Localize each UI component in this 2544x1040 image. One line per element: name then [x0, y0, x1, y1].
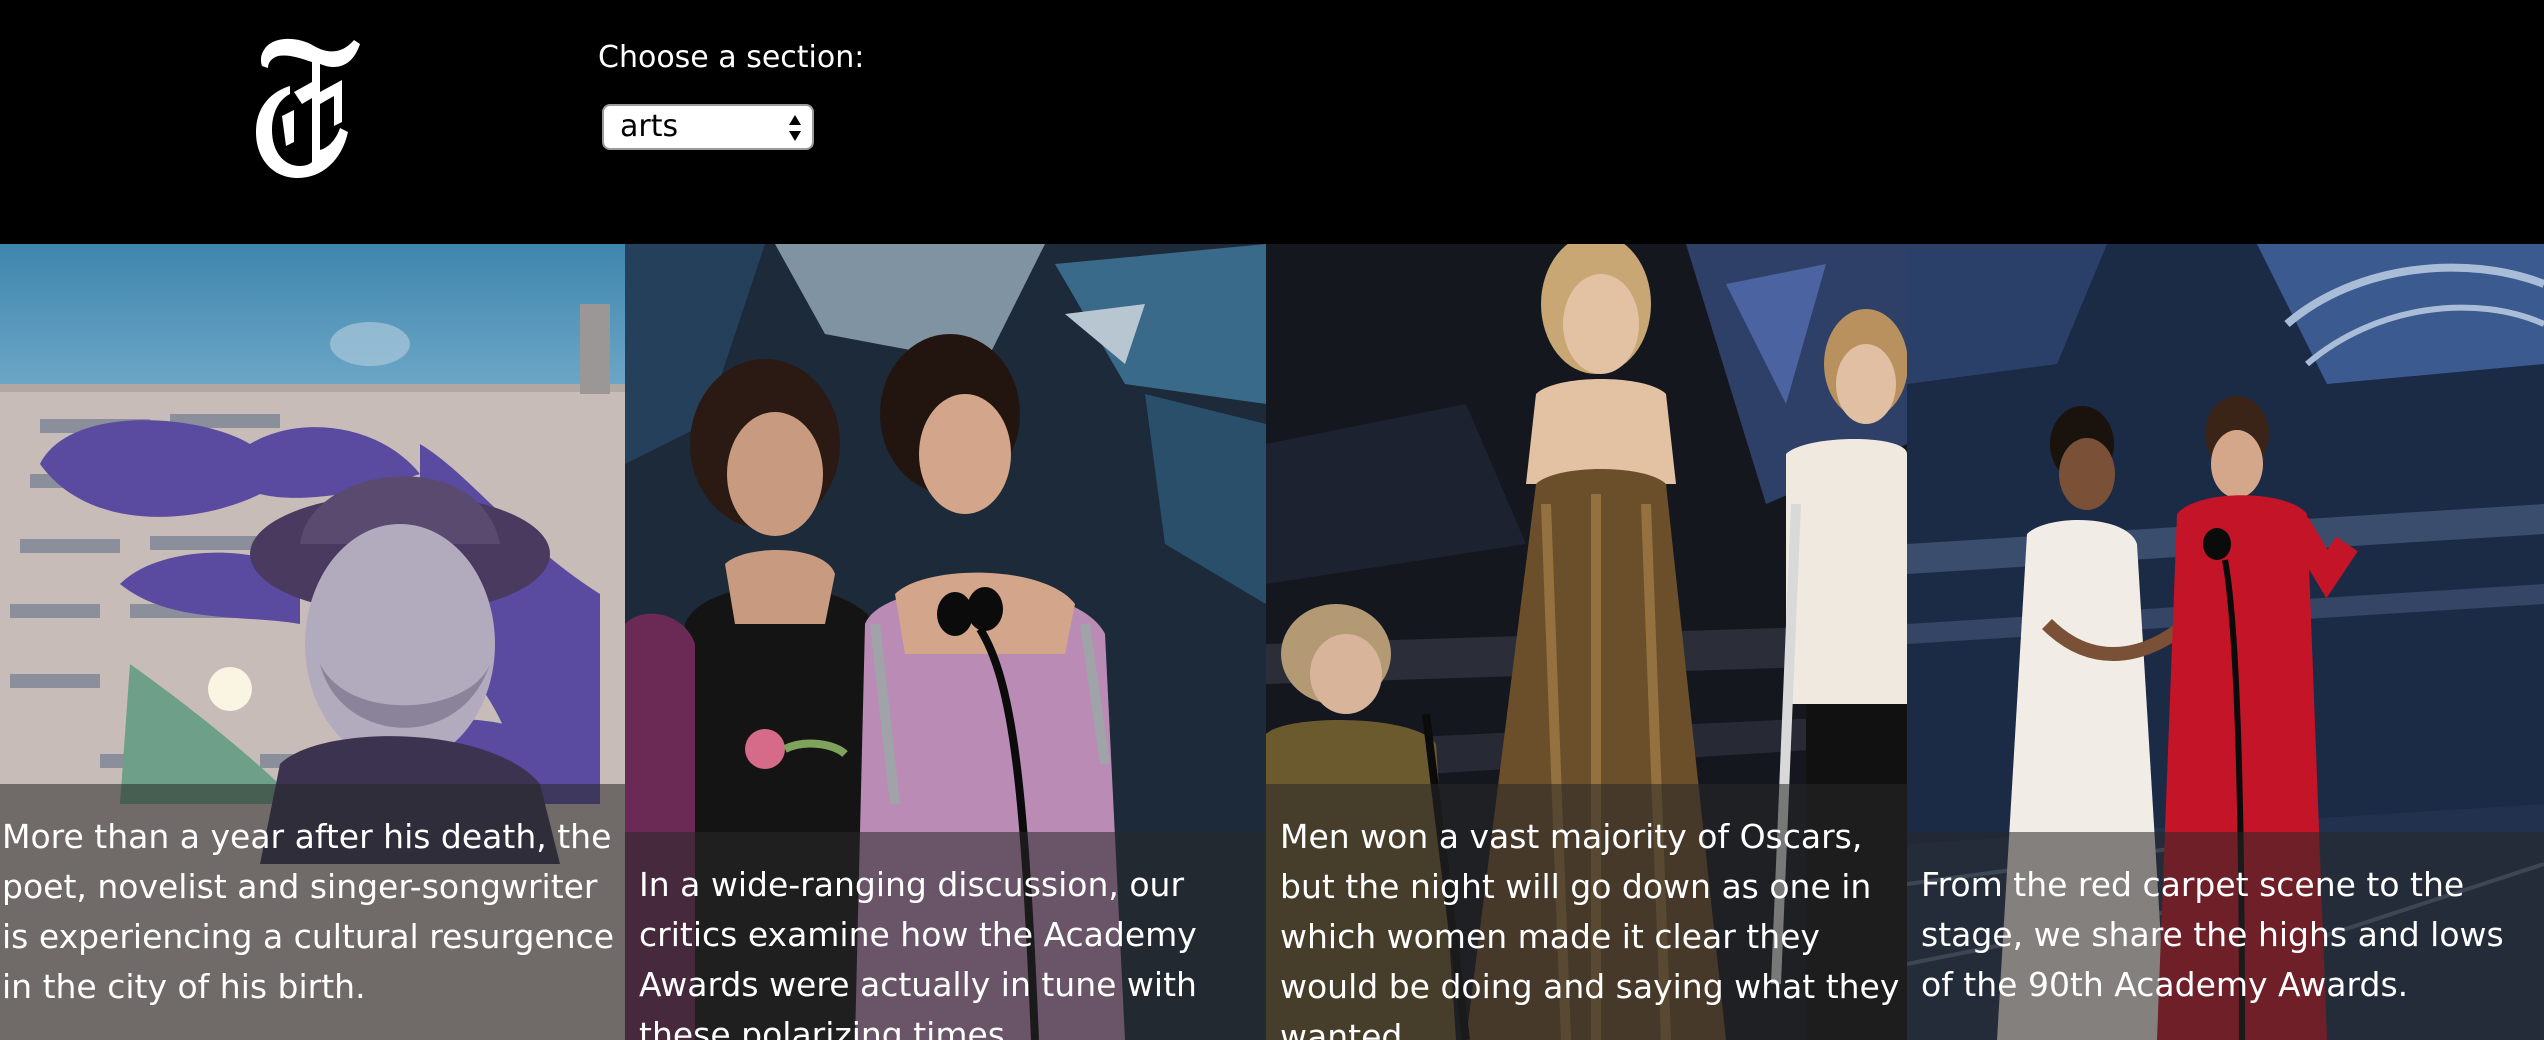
section-select-value: arts [620, 109, 679, 144]
story-card[interactable]: From the red carpet scene to the stage, … [1907, 244, 2544, 1040]
story-caption: More than a year after his death, the po… [0, 784, 625, 1040]
story-grid: More than a year after his death, the po… [0, 244, 2544, 1040]
story-caption: In a wide-ranging discussion, our critic… [625, 832, 1266, 1040]
story-caption: Men won a vast majority of Oscars, but t… [1266, 784, 1907, 1040]
story-caption: From the red carpet scene to the stage, … [1907, 832, 2544, 1040]
nyt-t-logo-icon[interactable] [250, 32, 362, 186]
story-card[interactable]: In a wide-ranging discussion, our critic… [625, 244, 1266, 1040]
select-arrows-icon [789, 115, 801, 141]
story-card[interactable]: Men won a vast majority of Oscars, but t… [1266, 244, 1907, 1040]
section-chooser-label: Choose a section: [598, 40, 865, 75]
page-header: Choose a section: arts [0, 0, 2544, 244]
story-card[interactable]: More than a year after his death, the po… [0, 244, 625, 1040]
section-select[interactable]: arts [602, 104, 814, 150]
